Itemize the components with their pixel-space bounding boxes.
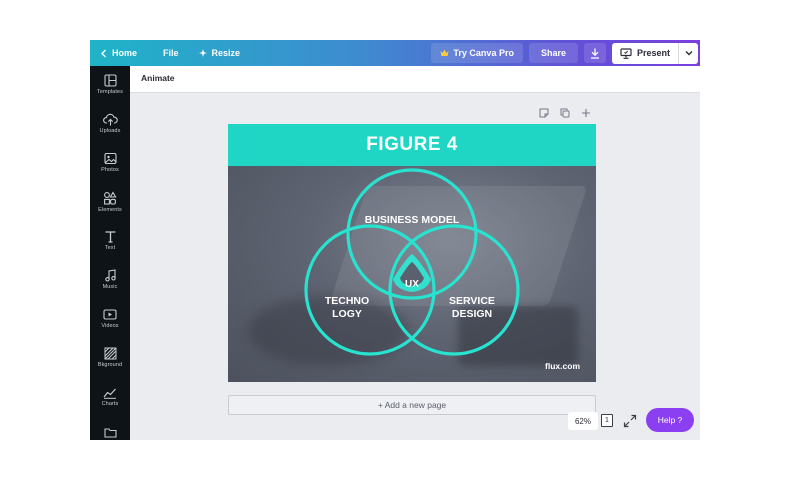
- venn-label-technology-line1: TECHNO: [325, 295, 369, 307]
- download-button[interactable]: [583, 43, 606, 63]
- sidebar-item-folder[interactable]: [90, 426, 130, 440]
- duplicate-icon[interactable]: [560, 108, 570, 118]
- sidebar-item-label: Music: [102, 284, 118, 290]
- venn-label-service-design-line2: DESIGN: [452, 308, 492, 320]
- chevron-down-icon: [685, 51, 692, 56]
- editor-toolbar: Animate: [130, 66, 700, 93]
- templates-icon: [103, 74, 117, 87]
- videos-icon: [103, 309, 117, 320]
- canva-editor: Home File Resize Try Canva Pro Share Pre…: [90, 40, 700, 440]
- file-label: File: [163, 48, 179, 58]
- sidebar-item-videos[interactable]: Videos: [90, 308, 130, 344]
- add-icon[interactable]: [581, 108, 591, 118]
- figure-header: FIGURE 4: [228, 124, 596, 166]
- note-icon[interactable]: [539, 108, 549, 118]
- file-menu[interactable]: File: [155, 40, 187, 66]
- left-sidebar: Templates Uploads Photos Elements Text M…: [90, 66, 130, 440]
- sidebar-item-label: Text: [104, 245, 116, 251]
- fullscreen-icon[interactable]: [623, 414, 637, 428]
- present-options-button[interactable]: [678, 42, 698, 64]
- resize-button[interactable]: Resize: [191, 40, 249, 66]
- sidebar-item-label: Elements: [98, 207, 122, 213]
- share-label: Share: [540, 48, 566, 58]
- charts-icon: [103, 388, 116, 399]
- design-page[interactable]: FIGURE 4 BUSINESS MODEL TECHNO LOGY SERV…: [228, 124, 596, 382]
- sidebar-item-label: Photos: [101, 167, 119, 173]
- sidebar-item-elements[interactable]: Elements: [90, 191, 130, 227]
- zoom-level[interactable]: 62%: [568, 412, 598, 430]
- sidebar-item-label: Bkground: [97, 362, 123, 368]
- background-icon: [104, 347, 116, 360]
- elements-icon: [104, 191, 117, 205]
- sidebar-item-background[interactable]: Bkground: [90, 347, 130, 383]
- figure-body: BUSINESS MODEL TECHNO LOGY SERVICE DESIG…: [228, 166, 596, 382]
- venn-label-service-design-line1: SERVICE: [449, 295, 495, 307]
- sidebar-item-photos[interactable]: Photos: [90, 152, 130, 188]
- sidebar-item-charts[interactable]: Charts: [90, 386, 130, 422]
- text-icon: [105, 231, 115, 243]
- page-count-button[interactable]: 1: [601, 414, 613, 427]
- home-label: Home: [112, 48, 138, 58]
- add-page-button[interactable]: + Add a new page: [228, 395, 596, 415]
- upload-icon: [102, 113, 118, 126]
- page-controls: [539, 108, 591, 118]
- sidebar-item-templates[interactable]: Templates: [90, 74, 130, 110]
- try-canva-pro-button[interactable]: Try Canva Pro: [431, 43, 523, 63]
- present-label: Present: [636, 48, 670, 58]
- share-button[interactable]: Share: [528, 43, 578, 63]
- music-icon: [104, 269, 116, 282]
- sidebar-item-label: Uploads: [99, 128, 121, 134]
- animate-button[interactable]: Animate: [141, 73, 175, 83]
- crown-icon: [440, 49, 449, 56]
- folder-icon: [103, 428, 117, 438]
- home-button[interactable]: Home: [90, 40, 145, 66]
- resize-icon: [198, 49, 207, 57]
- sidebar-item-music[interactable]: Music: [90, 269, 130, 305]
- try-canva-pro-label: Try Canva Pro: [453, 48, 514, 58]
- sidebar-item-text[interactable]: Text: [90, 230, 130, 266]
- venn-label-business-model: BUSINESS MODEL: [365, 214, 460, 226]
- credit-text: flux.com: [545, 361, 580, 371]
- figure-title: FIGURE 4: [366, 134, 458, 155]
- present-button[interactable]: Present: [611, 42, 678, 64]
- sidebar-item-label: Charts: [101, 401, 119, 407]
- resize-label: Resize: [211, 48, 241, 58]
- venn-diagram: BUSINESS MODEL TECHNO LOGY SERVICE DESIG…: [304, 168, 520, 356]
- help-button[interactable]: Help ?: [646, 408, 694, 432]
- present-icon: [620, 47, 632, 59]
- download-icon: [590, 48, 599, 59]
- chevron-left-icon: [101, 49, 106, 57]
- sidebar-item-label: Videos: [101, 323, 119, 329]
- venn-label-ux: UX: [405, 279, 419, 290]
- venn-label-technology-line2: LOGY: [332, 308, 362, 320]
- sidebar-item-uploads[interactable]: Uploads: [90, 113, 130, 149]
- photos-icon: [103, 152, 117, 165]
- top-bar: Home File Resize Try Canva Pro Share Pre…: [90, 40, 700, 66]
- sidebar-item-label: Templates: [97, 89, 123, 95]
